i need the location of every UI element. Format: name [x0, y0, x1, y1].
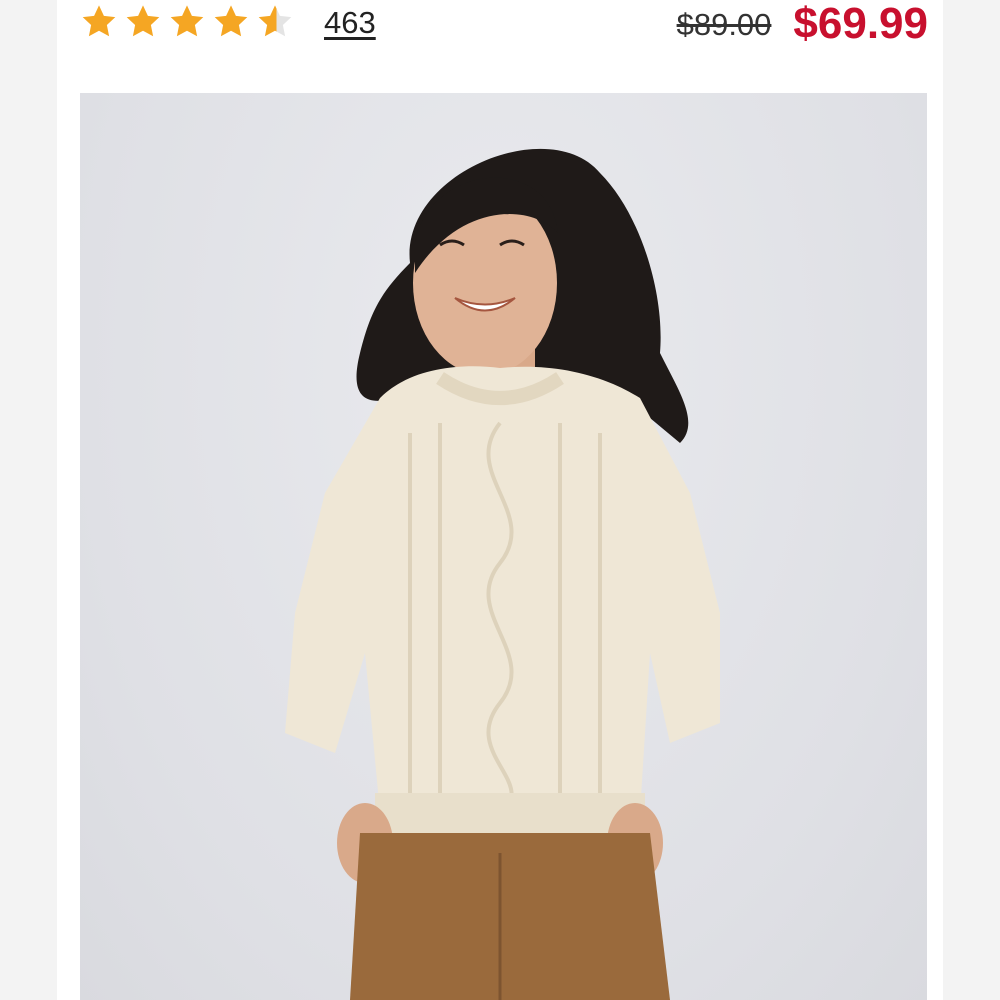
star-rating[interactable] — [80, 3, 294, 41]
star-icon — [82, 5, 116, 37]
review-count-link[interactable]: 463 — [324, 7, 376, 38]
sale-price: $69.99 — [793, 0, 928, 48]
model-illustration — [285, 148, 720, 1000]
price-row: $89.00 $69.99 — [677, 0, 928, 48]
star-icon — [214, 5, 248, 37]
star-icon — [126, 5, 160, 37]
star-icon — [170, 5, 204, 37]
product-photo[interactable] — [80, 93, 927, 1000]
original-price: $89.00 — [676, 6, 772, 42]
star-half-icon — [258, 5, 292, 37]
rating-row: 463 — [80, 0, 376, 44]
